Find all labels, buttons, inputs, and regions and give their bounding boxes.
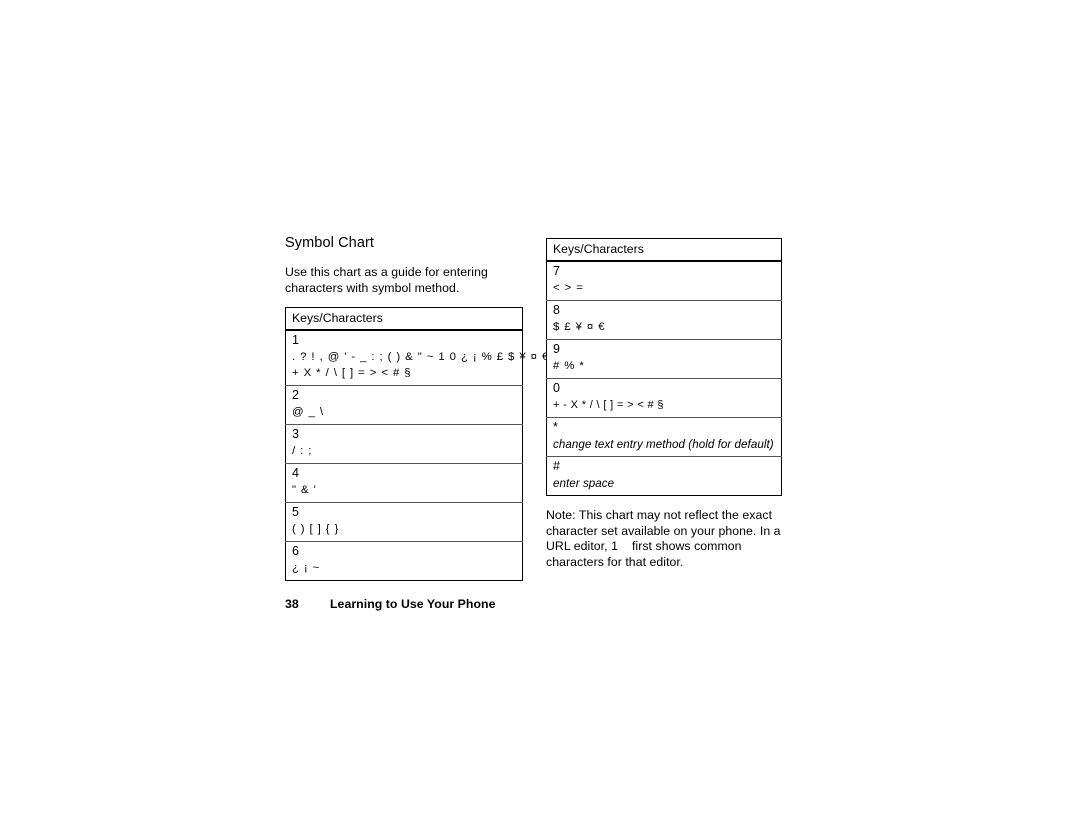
key-label: 3 [292, 427, 299, 441]
table-row: * change text entry method (hold for def… [546, 417, 782, 457]
table-row: 1 . ? ! , @ ' - _ : ; ( ) & " ~ 1 0 ¿ ¡ … [285, 330, 550, 386]
key-label: 7 [553, 264, 560, 278]
right-column: Keys/Characters 7 < > = 8 $ £ ¥ ¤ € 9 # … [546, 238, 782, 570]
table-header-row: Keys/Characters [285, 307, 523, 331]
characters-list: ¿ ¡ ~ [292, 562, 321, 574]
key-label: 6 [292, 544, 299, 558]
table-row: 9 # % * [546, 339, 782, 379]
note-line-1: Note: This chart may not reflect the exa… [546, 508, 773, 522]
characters-list: . ? ! , @ ' - _ : ; ( ) & " ~ 1 0 ¿ ¡ % … [292, 350, 550, 381]
characters-line-2: + X * / \ [ ] = > < # § [292, 367, 412, 379]
characters-list: + - X * / \ [ ] = > < # § [553, 399, 664, 411]
key-label: 8 [553, 303, 560, 317]
document-page: Symbol Chart Use this chart as a guide f… [0, 0, 1080, 834]
intro-line-2: characters with symbol method. [285, 280, 460, 295]
characters-list: " & ' [292, 484, 317, 496]
symbol-chart-table-right: Keys/Characters 7 < > = 8 $ £ ¥ ¤ € 9 # … [546, 238, 782, 496]
symbol-chart-table-left: Keys/Characters 1 . ? ! , @ ' - _ : ; ( … [285, 307, 550, 581]
table-row: 2 @ _ \ [285, 385, 523, 425]
key-label: 1 [292, 333, 299, 347]
page-footer: 38 Learning to Use Your Phone [285, 596, 496, 612]
characters-line-1: . ? ! , @ ' - _ : ; ( ) & " ~ 1 0 ¿ ¡ % … [292, 351, 550, 363]
key-label: 0 [553, 381, 560, 395]
column-header-keys-characters: Keys/Characters [546, 238, 782, 262]
table-row: 5 ( ) [ ] { } [285, 502, 523, 542]
note-line-3-part-b: first shows common [631, 539, 742, 554]
table-row: 4 " & ' [285, 463, 523, 503]
note-line-4: characters for that editor. [546, 554, 684, 569]
page-number: 38 [285, 597, 299, 611]
note-paragraph: Note: This chart may not reflect the exa… [546, 508, 782, 570]
table-row: # enter space [547, 457, 782, 496]
characters-list: < > = [553, 282, 584, 294]
note-line-3-part-a: URL editor, 1 [546, 539, 618, 554]
table-row: 0 + - X * / \ [ ] = > < # § [546, 378, 782, 418]
characters-list: $ £ ¥ ¤ € [553, 321, 606, 333]
chapter-title: Learning to Use Your Phone [330, 597, 496, 611]
left-column: Symbol Chart Use this chart as a guide f… [285, 234, 550, 581]
intro-line-1: Use this chart as a guide for entering [285, 265, 488, 279]
key-label: 4 [292, 466, 299, 480]
note-line-3: URL editor, 1 first shows common [546, 539, 742, 553]
page-title: Symbol Chart [285, 235, 375, 251]
characters-list: ( ) [ ] { } [292, 523, 340, 535]
table-row: 8 $ £ ¥ ¤ € [546, 300, 782, 340]
key-label: 9 [553, 342, 560, 356]
characters-list: @ _ \ [292, 406, 324, 418]
table-row: 3 / : ; [285, 424, 523, 464]
intro-paragraph: Use this chart as a guide for entering c… [285, 265, 523, 296]
characters-list: # % * [553, 360, 585, 372]
key-label: # [553, 459, 560, 473]
note-line-2: character set available on your phone. I… [546, 523, 781, 538]
characters-list: / : ; [292, 445, 313, 457]
key-label: * [553, 420, 558, 434]
key-label: 2 [292, 388, 299, 402]
column-header-keys-characters: Keys/Characters [285, 307, 523, 331]
table-row: 6 ¿ ¡ ~ [286, 542, 523, 581]
table-header-row: Keys/Characters [546, 238, 782, 262]
key-description: change text entry method (hold for defau… [553, 438, 774, 451]
key-description: enter space [553, 477, 615, 490]
table-row: 7 < > = [546, 261, 782, 301]
key-label: 5 [292, 505, 299, 519]
